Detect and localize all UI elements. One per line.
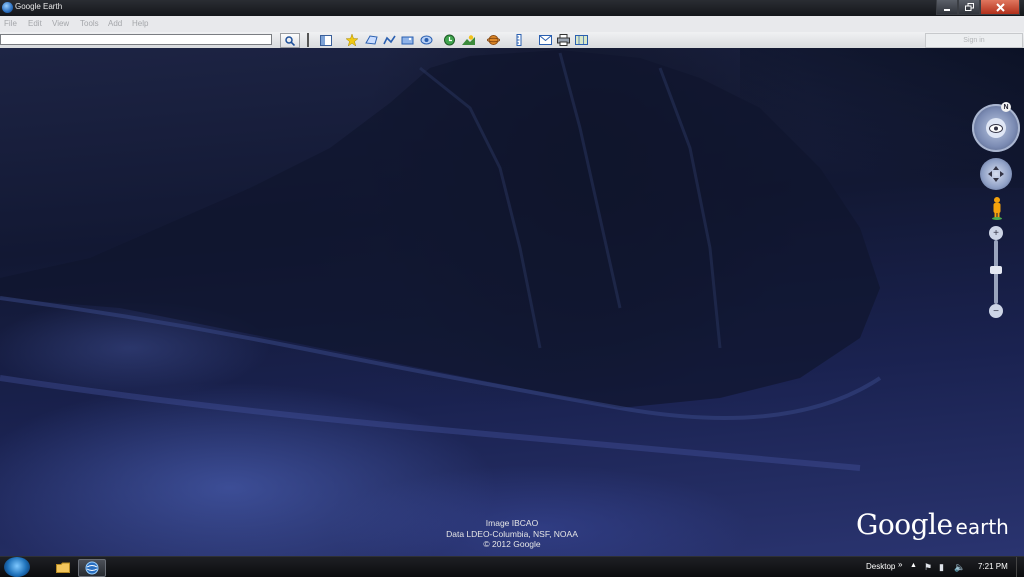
google-earth-app-icon [2, 2, 13, 13]
map-icon [574, 35, 588, 45]
window-controls [936, 0, 1020, 15]
show-hidden-icons-arrow[interactable]: ▲ [910, 562, 917, 569]
restore-icon [964, 3, 974, 11]
show-desktop-button[interactable] [1016, 557, 1024, 577]
email-icon [538, 35, 552, 45]
polygon-icon [364, 35, 378, 45]
zoom-out-button[interactable]: − [989, 304, 1003, 318]
add-polygon-button[interactable] [363, 33, 379, 47]
attribution-line: © 2012 Google [483, 539, 541, 549]
minimize-icon [944, 9, 950, 11]
sidebar-toggle-button[interactable] [318, 33, 334, 47]
view-in-maps-button[interactable] [573, 33, 589, 47]
menu-tools[interactable]: Tools [80, 19, 99, 28]
explorer-taskbar-button[interactable] [50, 559, 76, 575]
menu-add[interactable]: Add [108, 19, 122, 28]
title-bar: Google Earth [0, 0, 1024, 16]
toolbar-separator [307, 33, 309, 47]
sign-in-button[interactable]: Sign in [925, 33, 1023, 48]
desktop-toolbar-label[interactable]: Desktop [866, 562, 895, 571]
print-button[interactable] [555, 33, 571, 47]
logo-google-text: Google [856, 508, 953, 541]
historical-imagery-icon [443, 34, 455, 46]
planet-icon [486, 35, 500, 45]
plus-icon: + [993, 227, 999, 239]
zoom-in-button[interactable]: + [989, 226, 1003, 240]
network-icon[interactable]: ⚑ [924, 562, 932, 573]
record-tour-icon [420, 35, 432, 45]
north-reset-button[interactable]: N [1001, 102, 1011, 112]
attribution-line: Data LDEO-Columbia, NSF, NOAA [446, 528, 578, 539]
toolbar-overflow-chevron[interactable]: » [898, 560, 902, 569]
start-button[interactable] [4, 557, 30, 577]
ruler-button[interactable] [511, 33, 527, 47]
eye-icon [986, 118, 1006, 138]
street-view-pegman-icon[interactable] [990, 196, 1004, 220]
google-earth-icon [85, 561, 99, 575]
search-icon [285, 35, 295, 46]
undersea-terrain [0, 50, 882, 471]
sidebar-icon [320, 34, 332, 46]
add-placemark-button[interactable] [344, 33, 360, 47]
add-image-overlay-button[interactable] [399, 33, 415, 47]
ruler-icon [516, 34, 522, 46]
logo-earth-text: earth [955, 515, 1009, 539]
close-icon [995, 2, 1005, 12]
toolbar: Sign in [0, 32, 1024, 49]
system-clock[interactable]: 7:21 PM [978, 562, 1008, 571]
historical-imagery-button[interactable] [441, 33, 457, 47]
move-arrows-icon [988, 166, 1004, 182]
minus-icon: − [993, 305, 999, 317]
image-overlay-icon [401, 36, 413, 45]
close-button[interactable] [980, 0, 1020, 15]
switch-planet-button[interactable] [485, 33, 501, 47]
sunlight-button[interactable] [460, 33, 476, 47]
windows-taskbar: Desktop » ▲ ⚑ ▮ 🔈 7:21 PM [0, 556, 1024, 577]
print-icon [556, 34, 570, 46]
google-earth-taskbar-button[interactable] [78, 559, 106, 577]
window-title: Google Earth [15, 2, 63, 11]
menu-view[interactable]: View [52, 19, 69, 28]
menu-bar: File Edit View Tools Add Help [0, 16, 1024, 33]
path-icon [382, 35, 396, 45]
look-navigation-control[interactable] [972, 104, 1020, 152]
earth-3d-view[interactable]: N + − Image IBCAO Data LDEO-Columbia, NS… [0, 48, 1024, 556]
imagery-attribution: Image IBCAO Data LDEO-Columbia, NSF, NOA… [430, 518, 594, 550]
minimize-button[interactable] [936, 0, 958, 15]
search-button[interactable] [280, 33, 300, 48]
folder-icon [56, 562, 70, 573]
add-path-button[interactable] [381, 33, 397, 47]
restore-button[interactable] [958, 0, 980, 15]
placemark-icon [345, 34, 359, 46]
sunlight-icon [461, 35, 475, 45]
menu-edit[interactable]: Edit [28, 19, 42, 28]
menu-file[interactable]: File [4, 19, 17, 28]
signal-strength-icon[interactable]: ▮ [939, 562, 944, 573]
menu-help[interactable]: Help [132, 19, 148, 28]
email-button[interactable] [537, 33, 553, 47]
move-navigation-control[interactable] [980, 158, 1012, 190]
search-input[interactable] [0, 34, 272, 45]
google-earth-logo: Google earth [856, 508, 1009, 541]
record-tour-button[interactable] [418, 33, 434, 47]
attribution-line: Image IBCAO [485, 518, 539, 528]
zoom-slider-handle[interactable] [990, 266, 1002, 274]
volume-icon[interactable]: 🔈 [954, 562, 965, 573]
